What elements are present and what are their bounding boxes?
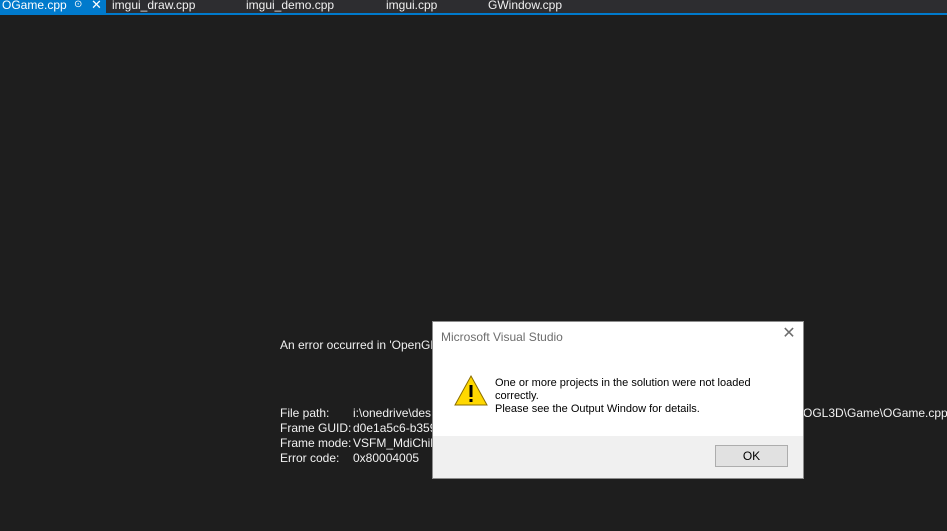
dialog-close-icon[interactable]: ✕ xyxy=(781,326,797,342)
dialog-message-line: Please see the Output Window for details… xyxy=(495,403,700,415)
info-key: Error code: xyxy=(280,451,340,465)
pin-icon[interactable]: ⊙ xyxy=(74,0,82,13)
error-message: An error occurred in 'OpenGL xyxy=(280,338,438,352)
tab-imgui-draw-cpp[interactable]: imgui_draw.cpp xyxy=(112,0,195,13)
ok-button[interactable]: OK xyxy=(715,445,788,467)
close-icon[interactable]: ✕ xyxy=(91,0,102,13)
tab-label: imgui_demo.cpp xyxy=(246,0,335,12)
tab-imgui-cpp[interactable]: imgui.cpp xyxy=(386,0,437,13)
dialog-message: One or more projects in the solution wer… xyxy=(495,377,795,416)
tab-imgui-demo-cpp[interactable]: imgui_demo.cpp xyxy=(246,0,334,13)
tab-label: imgui.cpp xyxy=(386,0,438,12)
info-key: Frame GUID: xyxy=(280,421,352,435)
info-key: File path: xyxy=(280,406,330,420)
tab-label: GWindow.cpp xyxy=(488,0,563,12)
editor-window: OGame.cpp ⊙ ✕ imgui_draw.cpp imgui_demo.… xyxy=(0,0,947,531)
file-path-tail: OGL3D\Game\OGame.cpp xyxy=(803,406,947,420)
document-tab-strip: OGame.cpp ⊙ ✕ imgui_draw.cpp imgui_demo.… xyxy=(0,0,947,15)
info-value: VSFM_MdiChild xyxy=(353,436,440,450)
tab-ogame-cpp[interactable]: OGame.cpp ⊙ ✕ xyxy=(0,0,106,13)
tab-label: OGame.cpp xyxy=(2,0,67,12)
tab-label: imgui_draw.cpp xyxy=(112,0,196,12)
dialog-message-line: correctly. xyxy=(495,390,539,402)
dialog-message-line: One or more projects in the solution wer… xyxy=(495,377,751,389)
tab-gwindow-cpp[interactable]: GWindow.cpp xyxy=(488,0,562,13)
dialog-title: Microsoft Visual Studio xyxy=(441,330,563,344)
dialog-footer: OK xyxy=(433,436,803,478)
message-dialog: Microsoft Visual Studio ✕ One or more pr… xyxy=(432,321,804,479)
info-key: Frame mode: xyxy=(280,436,352,450)
info-value: 0x80004005 xyxy=(353,451,420,465)
info-value: d0e1a5c6-b359 xyxy=(353,421,437,435)
info-value: i:\onedrive\des xyxy=(353,406,432,420)
warning-icon xyxy=(454,374,488,406)
